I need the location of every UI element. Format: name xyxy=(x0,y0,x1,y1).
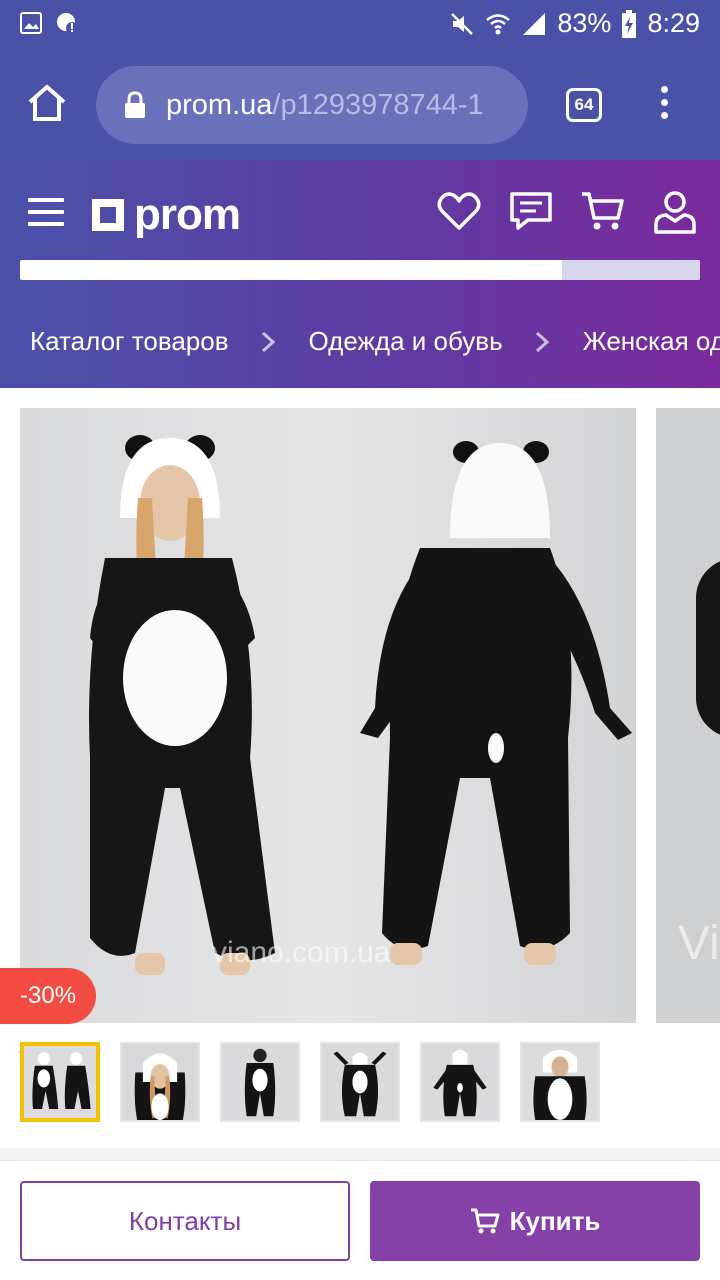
search-bar[interactable] xyxy=(20,260,700,280)
thumbnail-4[interactable] xyxy=(320,1042,400,1122)
chevron-right-icon xyxy=(535,331,549,352)
battery-charging-icon xyxy=(622,9,637,38)
cart-icon[interactable] xyxy=(580,188,626,234)
contacts-button[interactable]: Контакты xyxy=(20,1181,350,1261)
home-icon[interactable] xyxy=(26,82,68,124)
signal-icon xyxy=(523,12,546,35)
address-bar[interactable]: prom.ua/p1293978744-1 xyxy=(96,66,528,144)
breadcrumb-womens[interactable]: Женская оде xyxy=(583,326,720,357)
watermark-partial: Vi xyxy=(678,917,720,970)
heart-icon[interactable] xyxy=(436,188,482,234)
thumbnail-5[interactable] xyxy=(420,1042,500,1122)
product-gallery: viano.com.ua Vi -30% xyxy=(0,388,720,1148)
breadcrumb-catalog[interactable]: Каталог товаров xyxy=(30,326,229,357)
thumbnail-strip xyxy=(20,1042,600,1122)
buy-label: Купить xyxy=(509,1205,601,1236)
chat-icon[interactable] xyxy=(508,188,554,234)
url-text: prom.ua/p1293978744-1 xyxy=(166,89,484,122)
browser-toolbar: prom.ua/p1293978744-1 64 xyxy=(0,50,720,160)
discount-badge: -30% xyxy=(0,968,96,1024)
lock-icon xyxy=(125,91,145,118)
buy-button[interactable]: Купить xyxy=(370,1181,700,1261)
mute-icon xyxy=(451,12,474,35)
chevron-right-icon xyxy=(261,331,275,352)
product-image[interactable]: viano.com.ua xyxy=(20,408,636,1023)
battery-percent: 83% xyxy=(557,8,612,38)
next-product-image[interactable]: Vi xyxy=(656,408,720,1023)
logo-mark xyxy=(92,199,124,231)
tab-switcher-button[interactable]: 64 xyxy=(566,88,602,122)
wifi-icon xyxy=(486,13,511,34)
user-icon[interactable] xyxy=(652,188,698,234)
browser-menu-icon[interactable] xyxy=(652,86,676,126)
cart-icon xyxy=(470,1208,500,1234)
breadcrumb-clothing[interactable]: Одежда и обувь xyxy=(309,326,503,357)
breadcrumb: Каталог товаров Одежда и обувь Женская о… xyxy=(30,326,720,357)
thumbnail-2[interactable] xyxy=(120,1042,200,1122)
site-header: prom Каталог товаров Одежда и обувь Женс… xyxy=(0,160,720,388)
thumbnail-6[interactable] xyxy=(520,1042,600,1122)
gallery-notification-icon xyxy=(20,12,42,34)
watermark: viano.com.ua xyxy=(212,936,391,969)
url-domain: prom.ua xyxy=(166,88,273,121)
action-bar: Контакты Купить xyxy=(0,1160,720,1280)
menu-icon[interactable] xyxy=(28,198,64,226)
status-bar: 83% 8:29 xyxy=(0,0,720,50)
clock: 8:29 xyxy=(647,8,700,38)
prom-logo[interactable]: prom xyxy=(92,190,241,240)
contacts-label: Контакты xyxy=(128,1205,242,1236)
thumbnail-1[interactable] xyxy=(20,1042,100,1122)
panda-costume-photo xyxy=(89,435,632,975)
cloud-alert-icon xyxy=(57,13,78,34)
thumbnail-3[interactable] xyxy=(220,1042,300,1122)
logo-text: prom xyxy=(134,190,241,239)
url-path: /p1293978744-1 xyxy=(272,88,484,121)
